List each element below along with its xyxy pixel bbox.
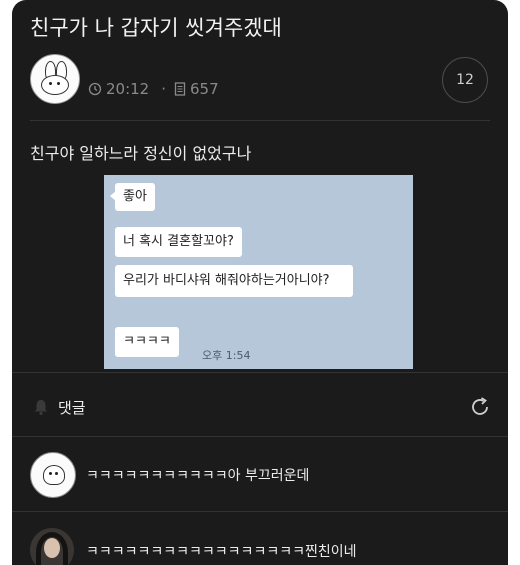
- bunny-eye: [49, 82, 52, 85]
- comment-count-badge[interactable]: 12: [442, 57, 488, 103]
- author-avatar[interactable]: [30, 54, 80, 104]
- divider: [12, 372, 508, 373]
- divider: [12, 436, 508, 437]
- post-views: 657: [190, 80, 219, 98]
- post-title: 친구가 나 갑자기 씻겨주겠대: [30, 16, 282, 40]
- post-body: 친구야 일하느라 정신이 없었구나: [30, 144, 252, 163]
- meta-separator: ·: [161, 80, 167, 98]
- chat-bubble: 너 혹시 결혼할꼬야?: [115, 227, 242, 257]
- comment-text: ㅋㅋㅋㅋㅋㅋㅋㅋㅋㅋㅋ아 부끄러운데: [86, 468, 310, 484]
- profile-photo-hair: [36, 532, 68, 565]
- chat-bubble: 우리가 바디샤워 해줘야하는거아니야?: [115, 265, 353, 297]
- commenter-avatar[interactable]: [30, 528, 74, 565]
- document-icon: [174, 82, 186, 96]
- comment-text: ㅋㅋㅋㅋㅋㅋㅋㅋㅋㅋㅋㅋㅋㅋㅋㅋㅋ찐친이네: [86, 544, 357, 560]
- post-meta: 20:12 · 657: [88, 80, 219, 98]
- clock-icon: [88, 82, 102, 96]
- chat-screenshot-image: 좋아 너 혹시 결혼할꼬야? 우리가 바디샤워 해줘야하는거아니야? ㅋㅋㅋㅋ …: [104, 175, 413, 369]
- refresh-icon[interactable]: [468, 395, 492, 419]
- post-container: 친구가 나 갑자기 씻겨주겠대 20:12 · 657 12 친구야 일하느라 …: [12, 0, 508, 565]
- divider: [30, 120, 490, 121]
- chat-bubble: ㅋㅋㅋㅋ: [115, 327, 179, 357]
- comment-count: 12: [456, 72, 474, 88]
- commenter-avatar[interactable]: [30, 452, 76, 498]
- character-eye: [49, 472, 52, 475]
- bunny-face: [41, 75, 69, 95]
- divider: [12, 511, 508, 512]
- character-eye: [55, 472, 58, 475]
- chat-bubble: 좋아: [110, 183, 155, 211]
- bunny-eye: [57, 82, 60, 85]
- character-face: [43, 465, 65, 485]
- post-time: 20:12: [106, 80, 150, 98]
- chat-timestamp: 오후 1:54: [202, 349, 251, 362]
- bell-icon[interactable]: [32, 398, 50, 416]
- comments-label: 댓글: [58, 399, 86, 417]
